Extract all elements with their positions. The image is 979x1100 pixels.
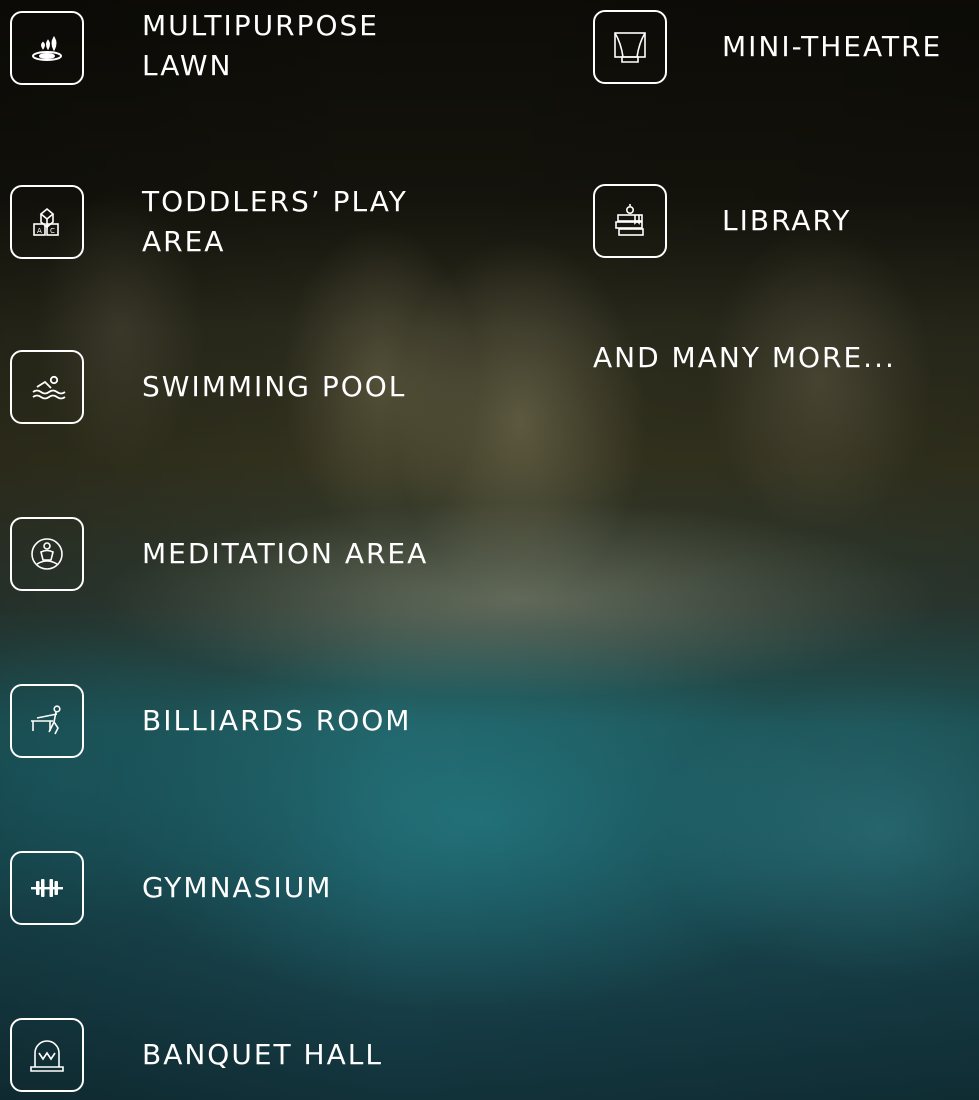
amenity-multipurpose-lawn: MULTIPURPOSE LAWN xyxy=(10,9,442,86)
swimmer-icon xyxy=(10,350,84,424)
amenity-toddlers-play-area: A C TODDLERS’ PLAY AREA xyxy=(10,182,442,262)
amenity-gymnasium: GYMNASIUM xyxy=(10,851,332,925)
amenity-mini-theatre: MINI-THEATRE xyxy=(593,10,942,84)
amenity-label: GYMNASIUM xyxy=(142,871,333,904)
amenity-label: LIBRARY xyxy=(722,204,852,237)
amenity-library: LIBRARY xyxy=(593,184,851,258)
amenity-label: SWIMMING POOL xyxy=(142,370,407,403)
meditation-icon xyxy=(10,517,84,591)
amenity-label: MULTIPURPOSE LAWN xyxy=(142,9,379,82)
lawn-sprinkler-icon xyxy=(10,11,84,85)
amenity-label: MEDITATION AREA xyxy=(142,537,429,570)
amenity-swimming-pool: SWIMMING POOL xyxy=(10,350,406,424)
amenity-label: BANQUET HALL xyxy=(142,1038,383,1071)
toy-blocks-icon: A C xyxy=(10,185,84,259)
more-amenities-text: AND MANY MORE... xyxy=(593,341,896,374)
amenity-label: TODDLERS’ PLAY AREA xyxy=(142,185,408,258)
billiards-icon xyxy=(10,684,84,758)
svg-text:A: A xyxy=(37,227,42,235)
amenity-label: BILLIARDS ROOM xyxy=(142,704,412,737)
amenity-banquet-hall: BANQUET HALL xyxy=(10,1018,383,1092)
books-icon xyxy=(593,184,667,258)
banquet-arch-icon xyxy=(10,1018,84,1092)
svg-text:C: C xyxy=(50,227,55,235)
amenity-meditation-area: MEDITATION AREA xyxy=(10,517,428,591)
theatre-stage-icon xyxy=(593,10,667,84)
amenity-label: MINI-THEATRE xyxy=(722,30,943,63)
amenity-billiards-room: BILLIARDS ROOM xyxy=(10,684,411,758)
dumbbell-icon xyxy=(10,851,84,925)
